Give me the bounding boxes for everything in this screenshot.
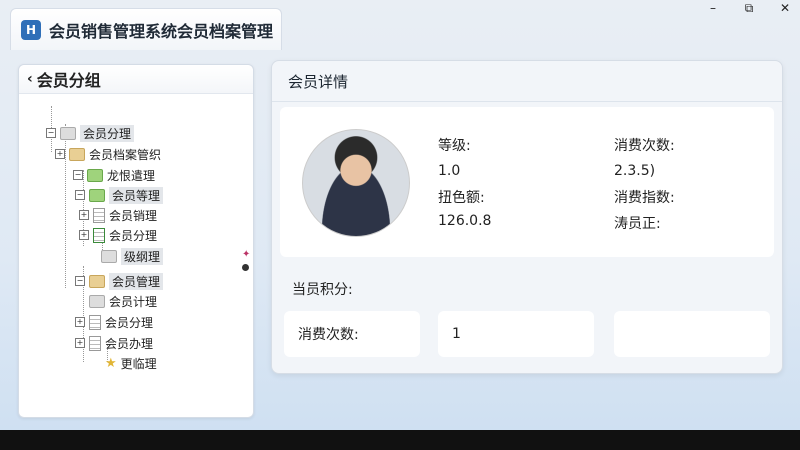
consume-count-label: 消费次数:	[614, 138, 675, 154]
drag-dot-icon	[242, 264, 249, 271]
profile-card: 等级: 1.0 扭色额: 126.0.8 消费次数: 2.3.5) 消费指数: …	[280, 107, 774, 257]
folder-icon	[60, 126, 76, 140]
tree-node[interactable]: + 会员档案管织	[55, 145, 161, 163]
member-points-label: 当员积分:	[292, 282, 353, 298]
folder-icon	[89, 274, 105, 288]
minimize-button[interactable]: –	[706, 1, 720, 15]
expand-toggle[interactable]: +	[79, 210, 89, 220]
member-group-title: 会员分组	[36, 71, 101, 90]
consume-count-value: 2.3.5)	[614, 163, 656, 179]
app-window: H 会员销售管理系统会员档案管理 – ⧉ ✕ ‹ 会员分组 − 会员分理 + 会…	[0, 0, 800, 430]
tree-node[interactable]: 会员计理	[89, 292, 157, 310]
tree-node-label: 更临理	[120, 356, 157, 371]
tree-node-label: 龙恨遣理	[107, 168, 156, 183]
member-detail-panel: 会员详情 等级: 1.0 扭色额: 126.0.8 消费次数: 2.3.5) 消…	[271, 60, 783, 374]
tree-node-label: 会员档案管织	[89, 147, 162, 162]
tree-node[interactable]: − 龙恨遣理	[73, 166, 155, 184]
stat-count-label: 消费次数:	[298, 327, 359, 343]
document-icon	[93, 227, 105, 243]
balance-value: 126.0.8	[438, 213, 492, 229]
tree-node[interactable]: ★ 更临理	[105, 354, 157, 372]
document-icon	[89, 314, 101, 330]
tree-node[interactable]: − 会员管理	[75, 272, 164, 290]
tree-node-label: 会员管理	[109, 272, 164, 290]
chevron-left-icon[interactable]: ‹	[27, 71, 33, 87]
level-value: 1.0	[438, 163, 461, 179]
expand-toggle[interactable]: +	[79, 230, 89, 240]
taskbar	[0, 430, 800, 450]
app-title-tab[interactable]: H 会员销售管理系统会员档案管理	[10, 8, 282, 50]
expand-toggle[interactable]: +	[75, 338, 85, 348]
tree-node-label: 级纲理	[121, 247, 164, 265]
stat-count-value-box: 1	[438, 311, 594, 357]
tree-node-label: 会员销理	[109, 208, 158, 223]
member-detail-header: 会员详情	[272, 61, 782, 102]
tree-node[interactable]: − 会员分理	[46, 124, 135, 142]
member-group-header: ‹ 会员分组	[19, 65, 253, 94]
stat-count-value: 1	[452, 326, 461, 342]
splitter-handle[interactable]: ✦	[242, 249, 251, 271]
collapse-toggle[interactable]: −	[75, 276, 85, 286]
level-label: 等级:	[438, 138, 471, 154]
tree-node-label: 会员分理	[105, 315, 154, 330]
consume-index-label: 消费指数:	[614, 190, 675, 206]
folder-icon	[89, 188, 105, 202]
document-icon	[89, 335, 101, 351]
stat-count-label-box: 消费次数:	[284, 311, 420, 357]
tree-node-label: 会员分理	[109, 228, 158, 243]
folder-icon	[69, 147, 85, 161]
tree-node-label: 会员分理	[80, 124, 135, 142]
tree-node[interactable]: + 会员分理	[79, 226, 157, 244]
collapse-toggle[interactable]: −	[46, 128, 56, 138]
document-icon	[93, 207, 105, 223]
tree-node[interactable]: 级纲理	[101, 247, 164, 265]
restore-button[interactable]: ⧉	[742, 1, 756, 15]
expand-toggle[interactable]: +	[75, 317, 85, 327]
sparkle-icon: ✦	[242, 249, 251, 260]
tree-node[interactable]: + 会员办理	[75, 334, 153, 352]
folder-icon	[89, 294, 105, 308]
avatar	[302, 129, 410, 237]
title-bar: H 会员销售管理系统会员档案管理 – ⧉ ✕	[0, 0, 800, 56]
tree-node[interactable]: + 会员分理	[75, 313, 153, 331]
collapse-toggle[interactable]: −	[73, 170, 83, 180]
member-group-panel: ‹ 会员分组 − 会员分理 + 会员档案管织 − 龙恨遣理 − 会员等理 + 会…	[18, 64, 254, 418]
star-icon: ★	[105, 355, 117, 371]
tree-node-label: 会员等理	[109, 186, 164, 204]
tree-node[interactable]: + 会员销理	[79, 206, 157, 224]
stat-empty-box	[614, 311, 770, 357]
member-status-label: 涛员正:	[614, 216, 661, 232]
expand-toggle[interactable]: +	[55, 149, 65, 159]
close-button[interactable]: ✕	[778, 1, 792, 15]
tree-node[interactable]: − 会员等理	[75, 186, 164, 204]
folder-icon	[87, 168, 103, 182]
app-logo-icon: H	[21, 19, 41, 40]
window-controls: – ⧉ ✕	[706, 0, 792, 16]
balance-label: 扭色额:	[438, 190, 485, 206]
tree-node-label: 会员计理	[109, 294, 158, 309]
tree-node-label: 会员办理	[105, 336, 154, 351]
folder-icon	[101, 249, 117, 263]
app-title: 会员销售管理系统会员档案管理	[49, 21, 274, 41]
collapse-toggle[interactable]: −	[75, 190, 85, 200]
